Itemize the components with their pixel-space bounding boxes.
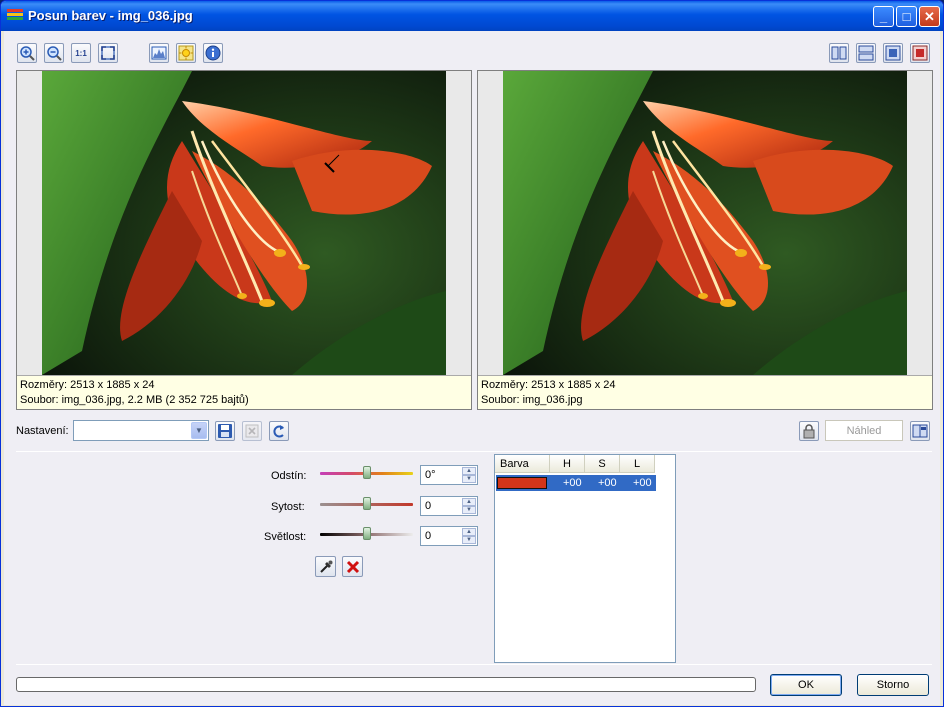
maximize-button[interactable]: □ [896, 6, 917, 27]
lightness-value: 0 [425, 530, 432, 542]
original-view-icon[interactable] [910, 43, 930, 63]
delete-settings-icon[interactable] [242, 421, 262, 441]
auto-adjust-icon[interactable] [176, 43, 196, 63]
actual-size-button[interactable]: 1:1 [71, 43, 91, 63]
histogram-icon[interactable] [149, 43, 169, 63]
preview-dimensions: Rozměry: 2513 x 1885 x 24 [481, 379, 616, 391]
split-vertical-icon[interactable] [829, 43, 849, 63]
column-header-s[interactable]: S [585, 455, 620, 473]
saturation-stepper[interactable]: ▲ ▼ [462, 498, 476, 514]
spin-down-icon[interactable]: ▼ [462, 536, 476, 544]
hue-label: Odstín: [271, 470, 307, 482]
reset-icon[interactable] [269, 421, 289, 441]
preview-file: Soubor: img_036.jpg [481, 394, 583, 406]
info-icon[interactable] [203, 43, 223, 63]
window-title: Posun barev - img_036.jpg [28, 8, 193, 23]
original-dimensions: Rozměry: 2513 x 1885 x 24 [20, 379, 155, 391]
preview-info: Rozměry: 2513 x 1885 x 24 Soubor: img_03… [478, 375, 932, 409]
compare-view-icon[interactable] [910, 421, 930, 441]
original-image-panel: Rozměry: 2513 x 1885 x 24 Soubor: img_03… [16, 70, 472, 410]
hue-value: 0° [425, 469, 436, 481]
eyedropper-icon[interactable] [315, 556, 336, 577]
preview-photo[interactable] [503, 71, 907, 375]
color-list[interactable]: Barva H S L +00 +00 +00 [494, 454, 676, 663]
column-header-barva[interactable]: Barva [495, 455, 550, 473]
saturation-thumb[interactable] [362, 497, 371, 510]
lightness-stepper[interactable]: ▲ ▼ [462, 528, 476, 544]
single-view-icon[interactable] [883, 43, 903, 63]
saturation-label: Sytost: [271, 501, 305, 513]
zoom-out-icon[interactable] [44, 43, 64, 63]
lightness-thumb[interactable] [362, 527, 371, 540]
original-info: Rozměry: 2513 x 1885 x 24 Soubor: img_03… [17, 375, 471, 409]
preview-field[interactable]: Náhled [825, 420, 903, 441]
hue-stepper[interactable]: ▲ ▼ [462, 467, 476, 483]
preview-image-panel: Rozměry: 2513 x 1885 x 24 Soubor: img_03… [477, 70, 933, 410]
saturation-shift-value: +00 [598, 477, 617, 489]
lock-icon[interactable] [799, 421, 819, 441]
minimize-button[interactable]: _ [873, 6, 894, 27]
lightness-spinner[interactable]: 0 ▲ ▼ [420, 526, 478, 546]
zoom-in-icon[interactable] [17, 43, 37, 63]
progress-bar [16, 677, 756, 692]
remove-color-icon[interactable] [342, 556, 363, 577]
saturation-spinner[interactable]: 0 ▲ ▼ [420, 496, 478, 516]
chevron-down-icon[interactable]: ▼ [191, 422, 207, 439]
original-photo[interactable] [42, 71, 446, 375]
table-row[interactable]: +00 +00 +00 [496, 475, 656, 491]
spin-down-icon[interactable]: ▼ [462, 506, 476, 514]
posun-barev-window: Posun barev - img_036.jpg _ □ ✕ 1:1 Rozm… [0, 0, 944, 707]
split-horizontal-icon[interactable] [856, 43, 876, 63]
settings-label: Nastavení: [16, 425, 69, 437]
cancel-button[interactable]: Storno [857, 674, 929, 696]
saturation-value: 0 [425, 500, 432, 512]
hue-slider[interactable] [320, 465, 413, 481]
spin-up-icon[interactable]: ▲ [462, 528, 476, 536]
hue-shift-value: +00 [563, 477, 582, 489]
spin-down-icon[interactable]: ▼ [462, 475, 476, 483]
save-settings-icon[interactable] [215, 421, 235, 441]
divider [16, 451, 932, 452]
spin-up-icon[interactable]: ▲ [462, 467, 476, 475]
preview-field-text: Náhled [846, 425, 882, 437]
lightness-label: Světlost: [264, 531, 307, 543]
column-header-h[interactable]: H [550, 455, 585, 473]
original-file: Soubor: img_036.jpg, 2.2 MB (2 352 725 b… [20, 394, 249, 406]
hue-spinner[interactable]: 0° ▲ ▼ [420, 465, 478, 485]
title-bar[interactable]: Posun barev - img_036.jpg _ □ ✕ [1, 1, 943, 31]
color-swatch [497, 477, 547, 489]
lightness-shift-value: +00 [633, 477, 652, 489]
ok-button[interactable]: OK [770, 674, 842, 696]
dialog-client-area: 1:1 Rozměry: 2513 x 1885 x 24 Soubor: im… [4, 31, 940, 705]
column-header-l[interactable]: L [620, 455, 655, 473]
lightness-slider[interactable] [320, 526, 413, 542]
settings-combo[interactable]: ▼ [73, 420, 209, 441]
fit-window-icon[interactable] [98, 43, 118, 63]
spin-up-icon[interactable]: ▲ [462, 498, 476, 506]
divider [16, 664, 932, 665]
saturation-slider[interactable] [320, 496, 413, 512]
hue-thumb[interactable] [362, 466, 371, 479]
app-icon [7, 9, 23, 23]
close-button[interactable]: ✕ [919, 6, 940, 27]
